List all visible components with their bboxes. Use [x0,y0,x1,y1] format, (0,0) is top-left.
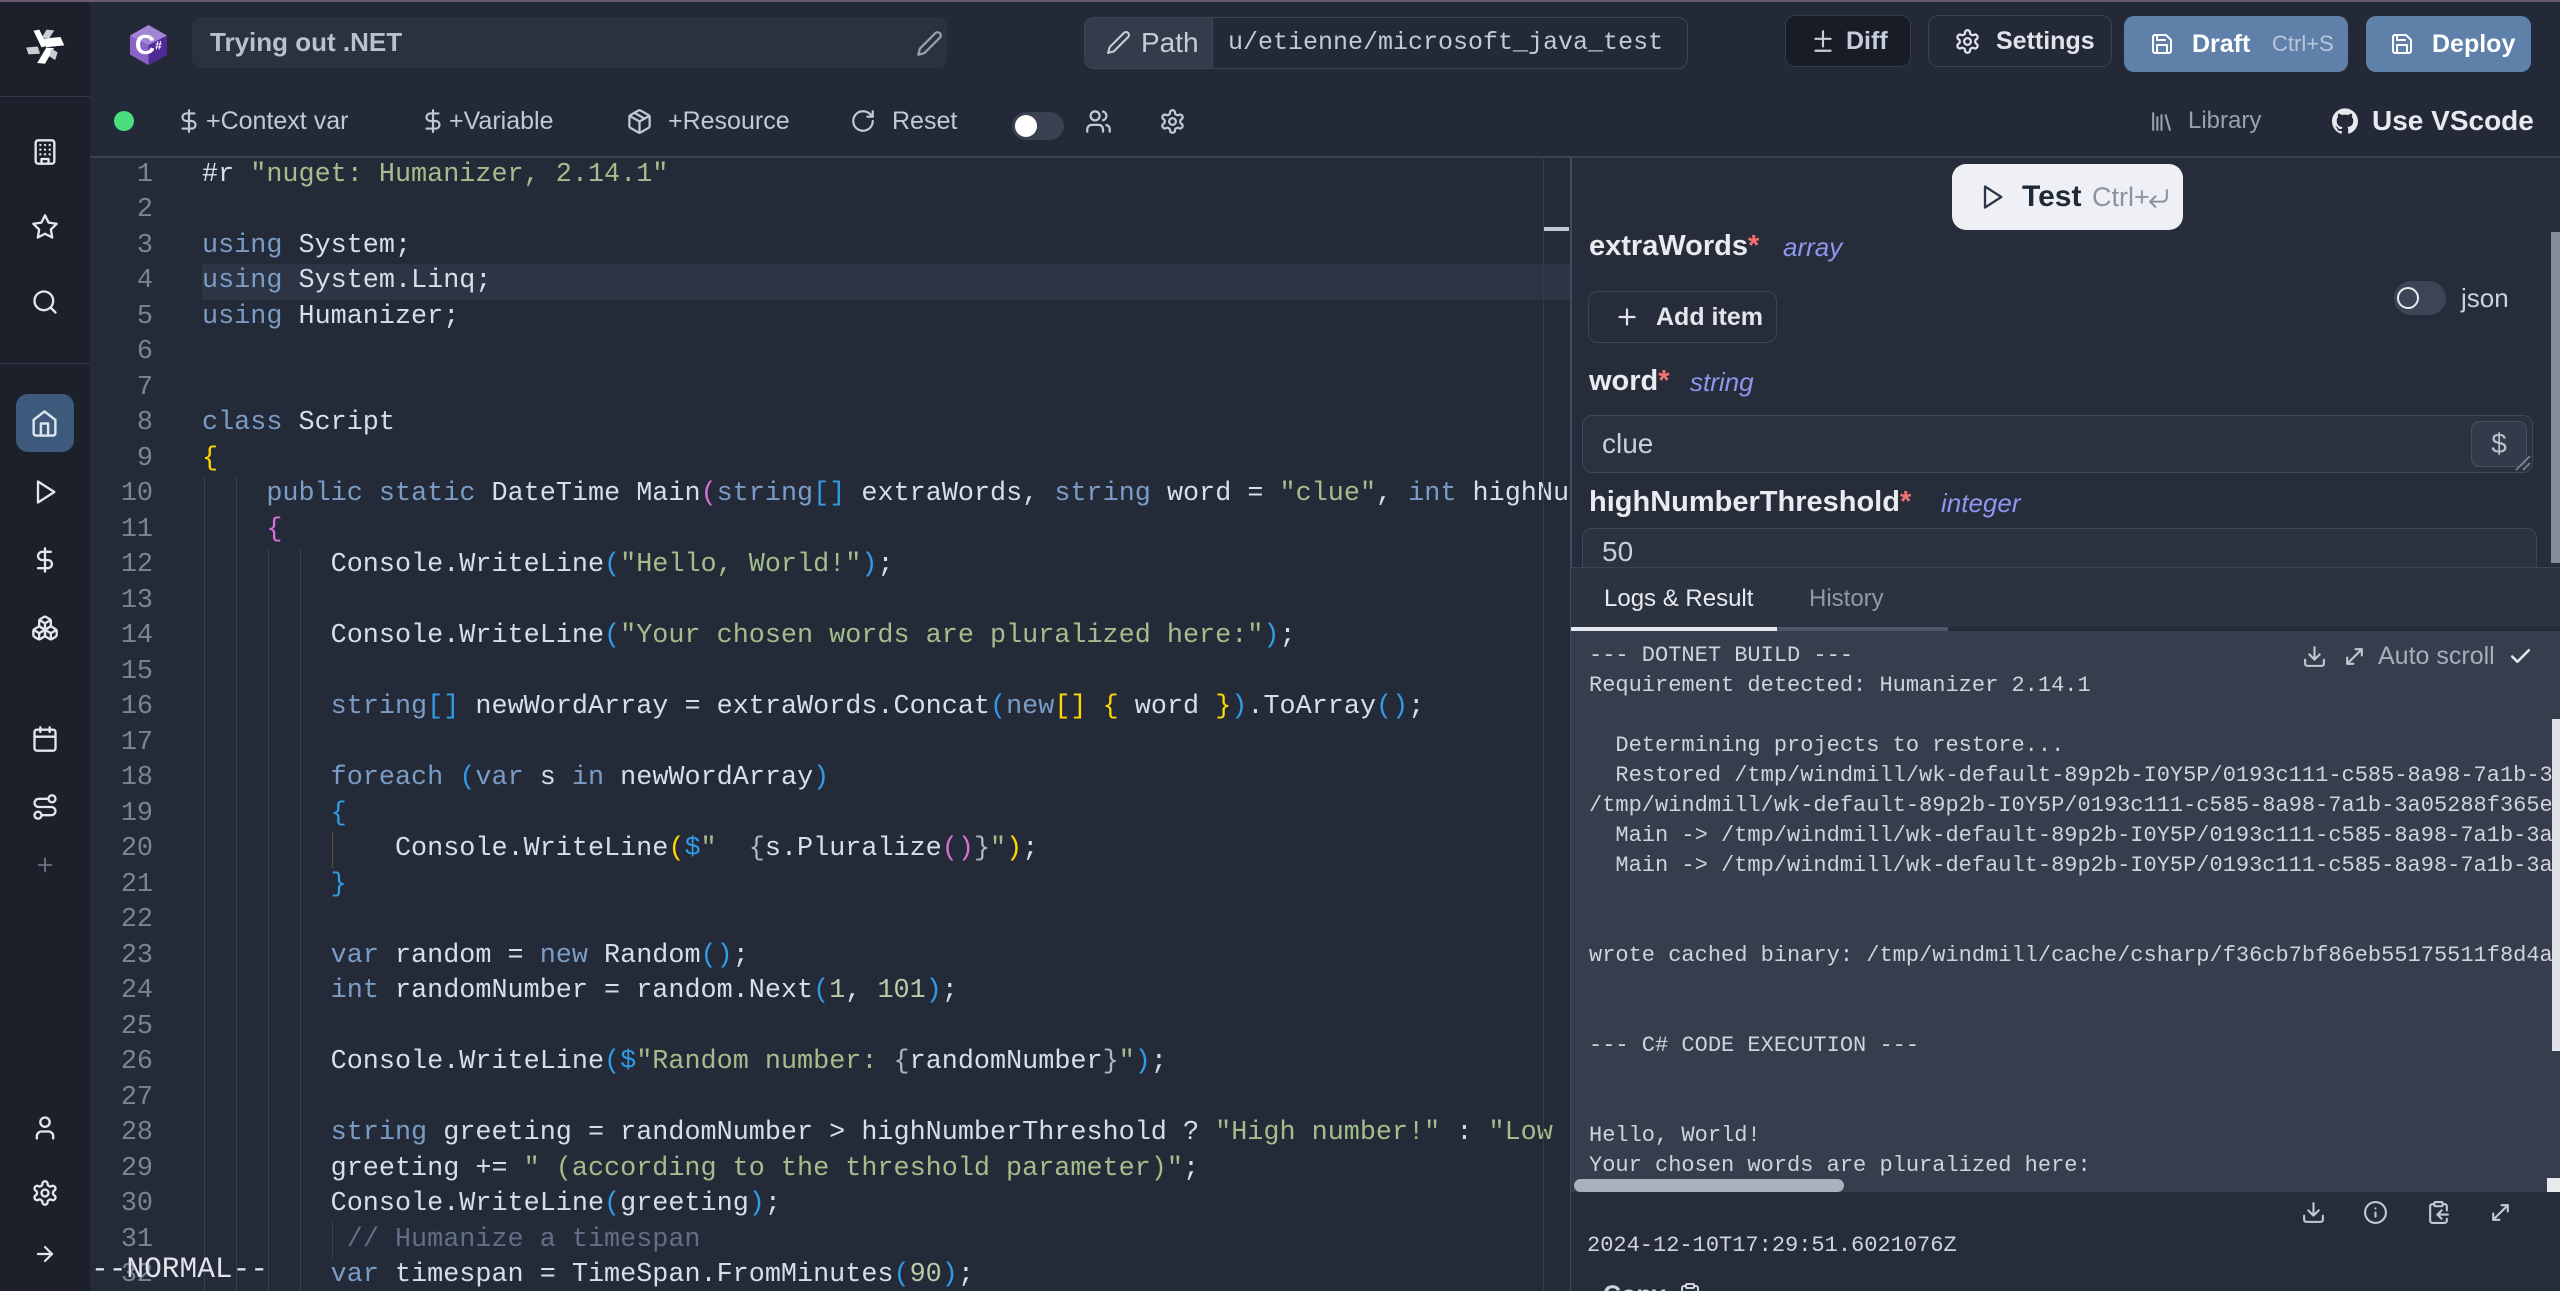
svg-text:C: C [135,29,155,60]
svg-text:#: # [155,39,162,53]
